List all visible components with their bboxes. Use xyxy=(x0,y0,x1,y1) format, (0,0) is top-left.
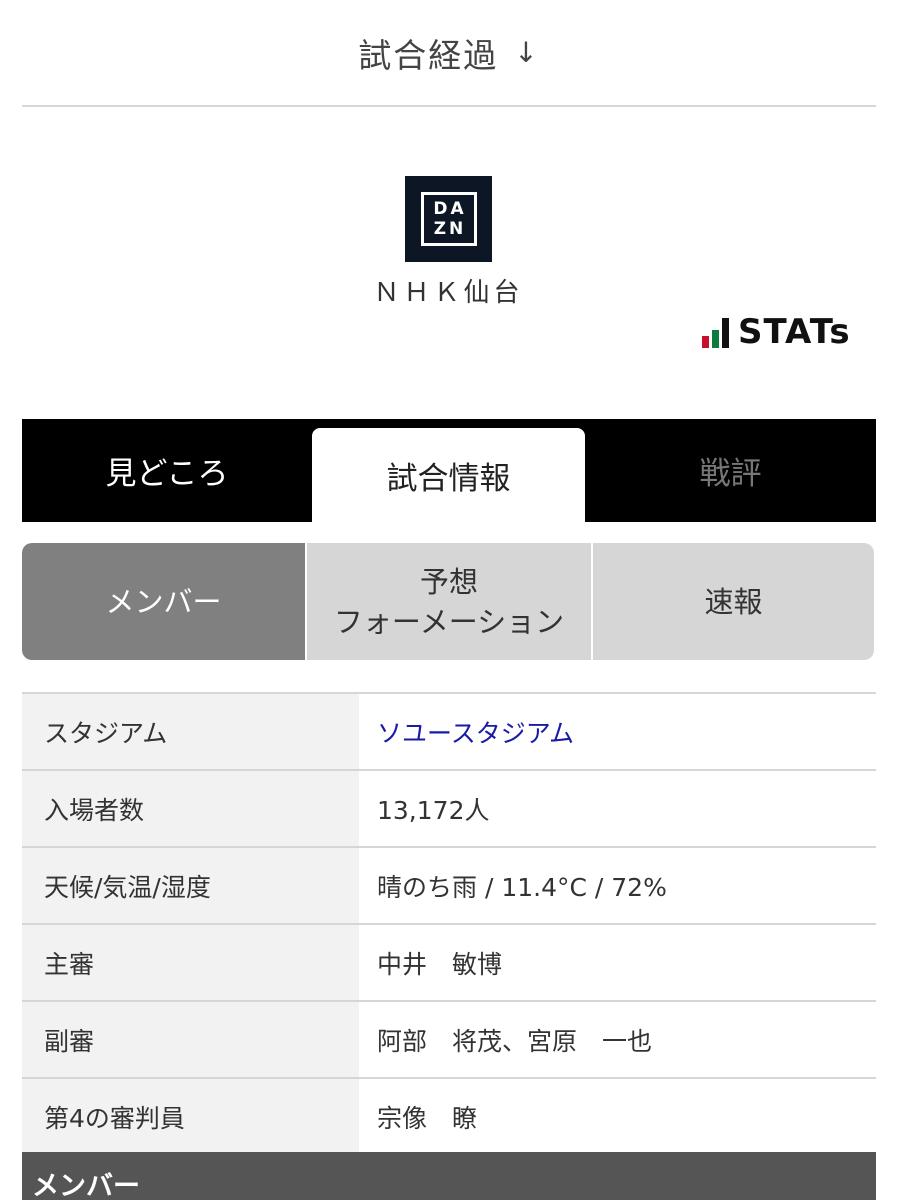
tab-match-info[interactable]: 試合情報 xyxy=(312,428,585,522)
table-row: 主審 中井 敏博 xyxy=(22,925,876,1002)
subtab-formation-line2: フォーメーション xyxy=(333,604,565,639)
referee-value: 中井 敏博 xyxy=(377,949,503,979)
table-row: 第4の審判員 宗像 瞭 xyxy=(22,1079,876,1156)
stats-logo-text: STATs xyxy=(738,312,851,352)
table-row: 入場者数 13,172人 xyxy=(22,771,876,848)
weather-value: 晴のち雨 / 11.4°C / 72% xyxy=(377,872,667,902)
broadcaster-name: ＮＨＫ仙台 xyxy=(373,278,524,308)
stadium-link[interactable]: ソユースタジアム xyxy=(359,694,876,769)
table-row: 天候/気温/湿度 晴のち雨 / 11.4°C / 72% xyxy=(22,848,876,925)
arrow-down-icon: ↓ xyxy=(514,36,540,69)
match-info-table: スタジアム ソユースタジアム 入場者数 13,172人 天候/気温/湿度 晴のち… xyxy=(22,692,876,1156)
members-section-header: メンバー xyxy=(22,1152,876,1200)
subtab-formation-line1: 予想 xyxy=(419,564,478,599)
table-row: スタジアム ソユースタジアム xyxy=(22,694,876,771)
stats-bars-icon xyxy=(702,316,732,348)
dazn-logo-mark: DA ZN xyxy=(420,192,477,246)
fourth-official-value: 宗像 瞭 xyxy=(377,1103,478,1133)
tab-match-review[interactable]: 戦評 xyxy=(585,419,876,522)
attendance-label: 入場者数 xyxy=(22,771,359,846)
assistant-referee-label: 副審 xyxy=(22,1002,359,1077)
assistant-referee-value: 阿部 将茂、宮原 一也 xyxy=(377,1026,653,1056)
table-row: 副審 阿部 将茂、宮原 一也 xyxy=(22,1002,876,1079)
tab-highlights[interactable]: 見どころ xyxy=(22,419,312,522)
stats-logo[interactable]: STATs xyxy=(702,312,851,352)
sub-tab-bar: メンバー 予想 フォーメーション 速報 xyxy=(22,543,874,660)
subtab-predicted-formation[interactable]: 予想 フォーメーション xyxy=(307,543,591,660)
dazn-logo[interactable]: DA ZN xyxy=(405,176,492,262)
fourth-official-label: 第4の審判員 xyxy=(22,1079,359,1154)
referee-label: 主審 xyxy=(22,925,359,1000)
main-tab-bar: 見どころ 試合情報 戦評 xyxy=(22,419,876,522)
match-progress-toggle[interactable]: 試合経過 ↓ xyxy=(22,0,876,107)
weather-label: 天候/気温/湿度 xyxy=(22,848,359,923)
subtab-members[interactable]: メンバー xyxy=(22,543,305,660)
match-progress-title: 試合経過 xyxy=(358,35,499,75)
subtab-live-updates[interactable]: 速報 xyxy=(593,543,874,660)
stadium-label: スタジアム xyxy=(22,694,359,769)
attendance-value: 13,172人 xyxy=(377,795,490,825)
